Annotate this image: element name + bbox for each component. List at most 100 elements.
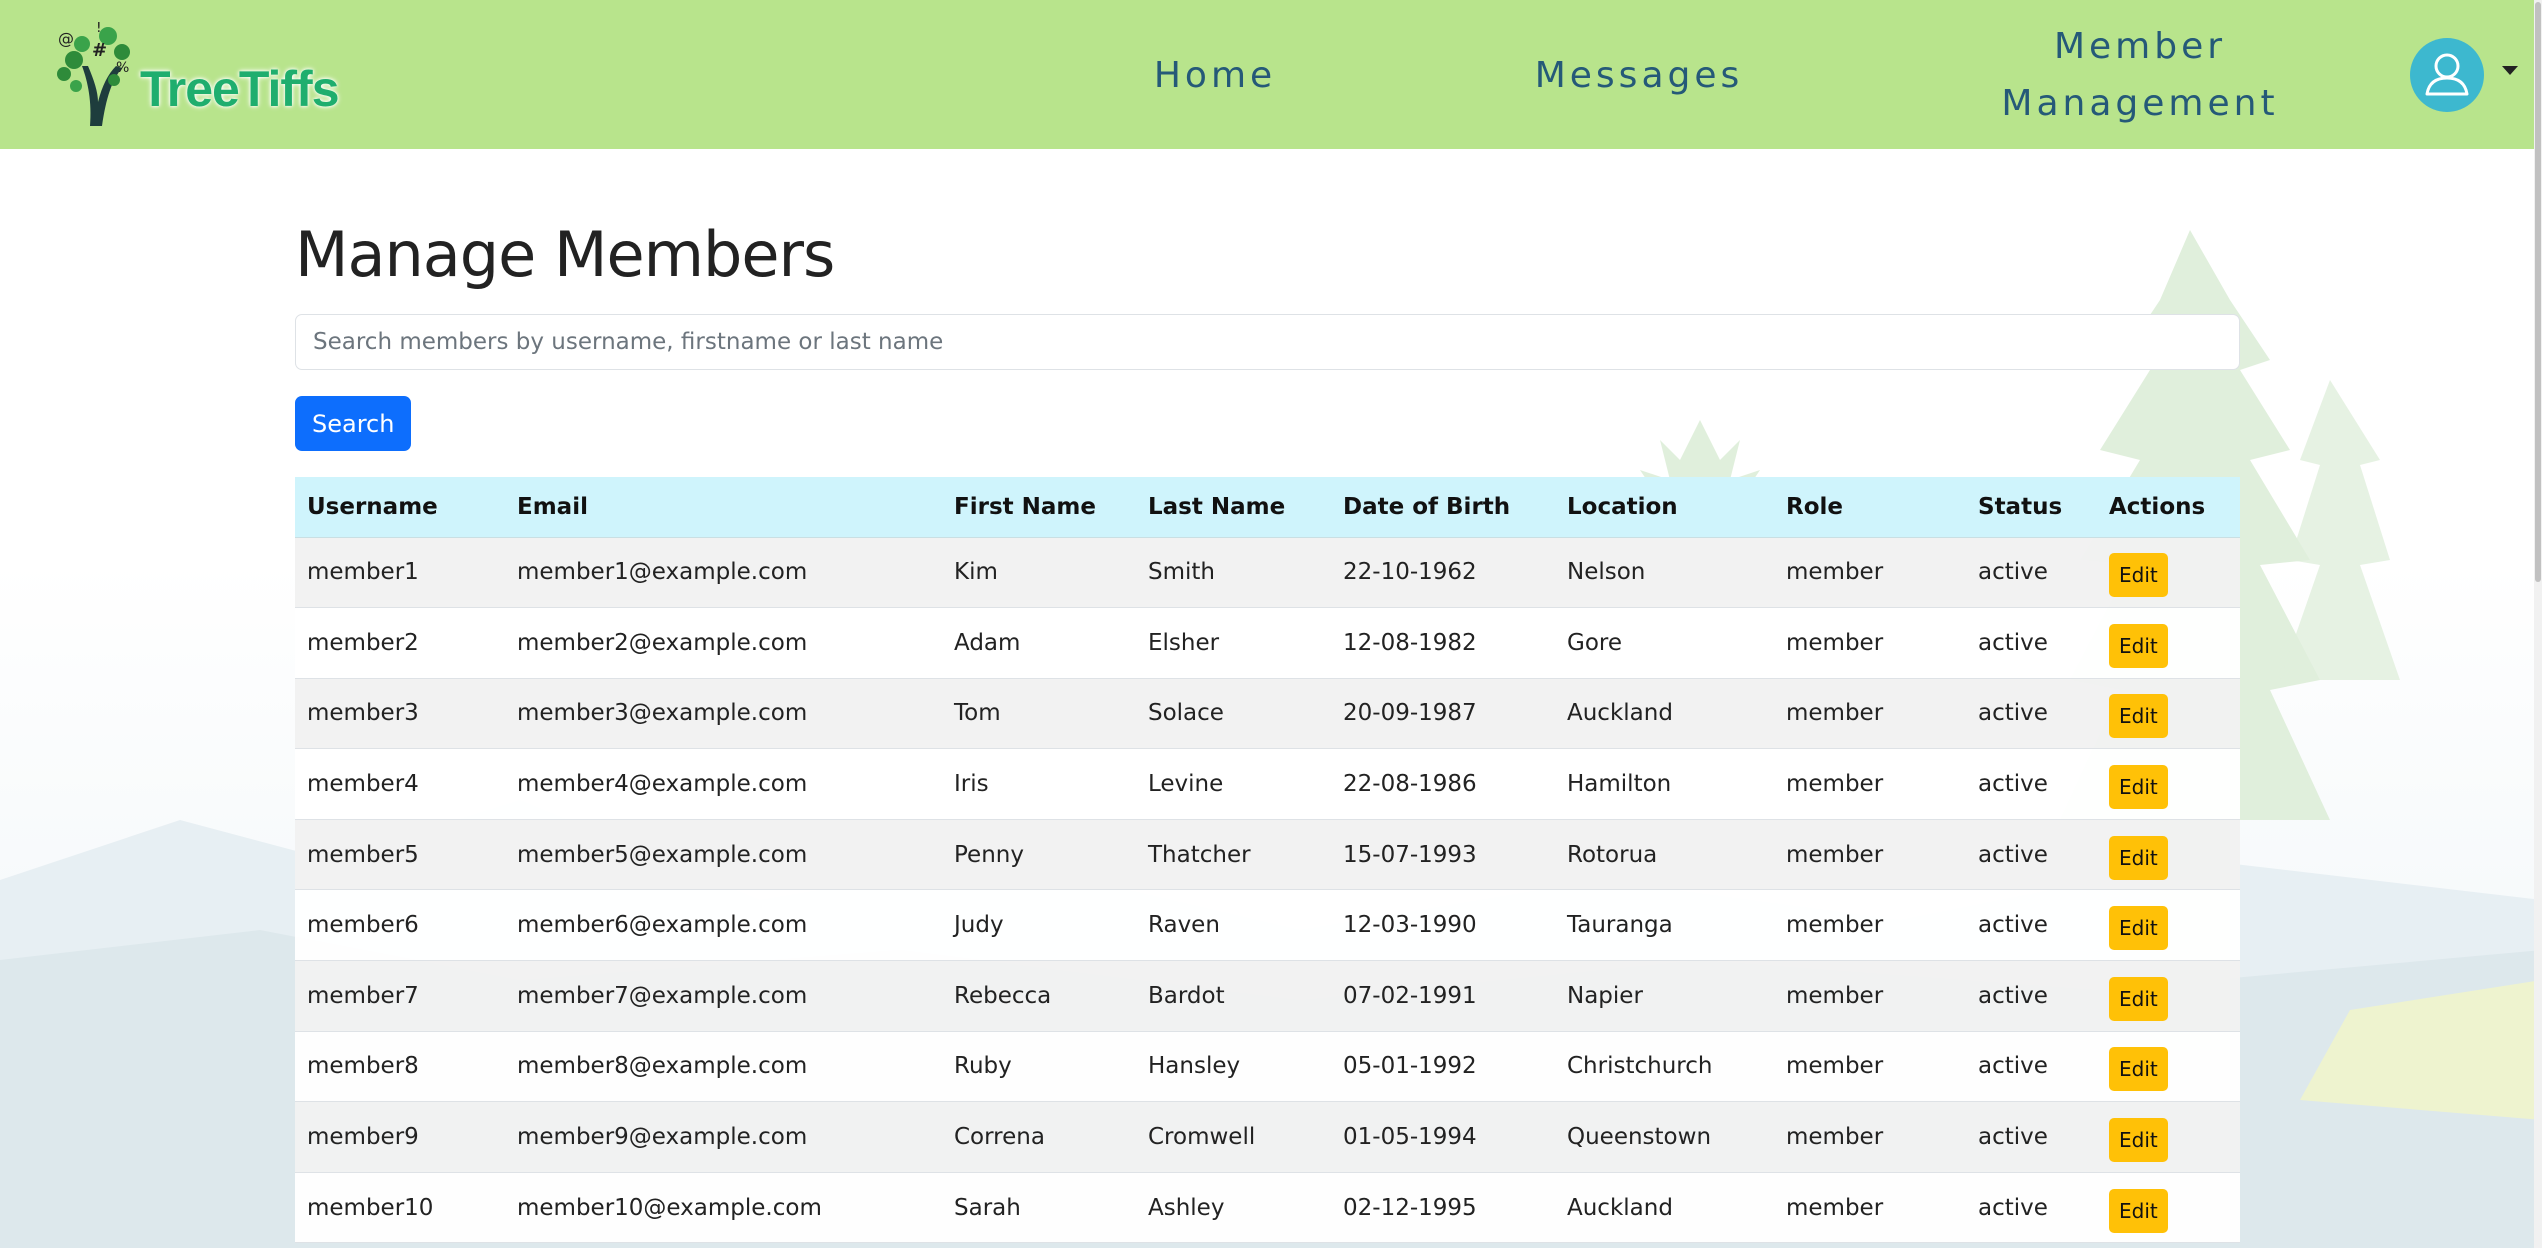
column-header-location: Location (1555, 477, 1774, 538)
edit-member-button[interactable]: Edit (2109, 835, 2168, 880)
cell-date-of-birth: 07-02-1991 (1331, 960, 1555, 1032)
page-title: Manage Members (295, 218, 835, 291)
nav-messages-link[interactable]: Messages (1534, 47, 1744, 104)
cell-username: member2 (295, 607, 505, 679)
cell-last-name: Elsher (1136, 607, 1331, 679)
cell-first-name: Tom (942, 678, 1136, 750)
cell-location: Hamilton (1555, 748, 1774, 820)
scrollbar-thumb[interactable] (2535, 2, 2541, 582)
cell-first-name: Rebecca (942, 960, 1136, 1032)
cell-date-of-birth: 02-12-1995 (1331, 1172, 1555, 1244)
cell-email: member9@example.com (505, 1101, 942, 1173)
edit-member-button[interactable]: Edit (2109, 694, 2168, 739)
cell-actions: Edit (2097, 607, 2240, 679)
column-header-first-name: First Name (942, 477, 1136, 538)
caret-down-icon[interactable] (2502, 66, 2518, 75)
svg-text:!: ! (96, 22, 102, 36)
nav-member-management-line2: Management (2001, 83, 2279, 124)
cell-email: member7@example.com (505, 960, 942, 1032)
cell-username: member6 (295, 889, 505, 962)
nav-home-link[interactable]: Home (1150, 47, 1280, 104)
cell-last-name: Ashley (1136, 1172, 1331, 1244)
cell-role: member (1774, 1031, 1966, 1103)
tree-logo-icon: @ # ! % (57, 22, 130, 126)
top-navbar: @ # ! % TreeTiffs Home Messages Member M… (0, 0, 2534, 149)
cell-role: member (1774, 607, 1966, 679)
cell-email: member2@example.com (505, 607, 942, 679)
cell-username: member10 (295, 1172, 505, 1244)
cell-last-name: Levine (1136, 748, 1331, 820)
cell-date-of-birth: 12-08-1982 (1331, 607, 1555, 679)
edit-member-button[interactable]: Edit (2109, 906, 2168, 951)
column-header-date-of-birth: Date of Birth (1331, 477, 1555, 538)
cell-location: Auckland (1555, 1172, 1774, 1244)
cell-location: Tauranga (1555, 889, 1774, 962)
cell-username: member5 (295, 819, 505, 891)
svg-text:#: # (92, 40, 107, 61)
cell-actions: Edit (2097, 748, 2240, 820)
edit-member-button[interactable]: Edit (2109, 976, 2168, 1021)
cell-date-of-birth: 22-10-1962 (1331, 537, 1555, 609)
cell-actions: Edit (2097, 819, 2240, 891)
column-header-actions: Actions (2097, 477, 2240, 538)
cell-username: member7 (295, 960, 505, 1032)
cell-role: member (1774, 748, 1966, 820)
table-row: member2 member2@example.com Adam Elsher 12-0… (295, 607, 2240, 679)
column-header-role: Role (1774, 477, 1966, 538)
cell-date-of-birth: 12-03-1990 (1331, 889, 1555, 962)
table-row: member1 member1@example.com Kim Smith 22-10-… (295, 537, 2240, 609)
user-avatar-button[interactable] (2410, 38, 2484, 112)
table-header-row: Username Email First Name Last Name Date of … (295, 477, 2240, 538)
svg-text:%: % (116, 60, 129, 76)
edit-member-button[interactable]: Edit (2109, 1047, 2168, 1092)
cell-last-name: Raven (1136, 889, 1331, 962)
cell-last-name: Cromwell (1136, 1101, 1331, 1173)
cell-status: active (1966, 819, 2097, 891)
edit-member-button[interactable]: Edit (2109, 1188, 2168, 1233)
cell-actions: Edit (2097, 1101, 2240, 1173)
edit-member-button[interactable]: Edit (2109, 765, 2168, 810)
cell-status: active (1966, 1101, 2097, 1173)
cell-email: member8@example.com (505, 1031, 942, 1103)
edit-member-button[interactable]: Edit (2109, 1118, 2168, 1163)
main-content: Manage Members Search UsernameEmailFirst… (295, 200, 2240, 1244)
user-icon (2425, 53, 2469, 96)
cell-actions: Edit (2097, 1172, 2240, 1244)
cell-role: member (1774, 889, 1966, 962)
cell-location: Rotorua (1555, 819, 1774, 891)
cell-last-name: Thatcher (1136, 819, 1331, 891)
column-header-email: Email (505, 477, 942, 538)
members-table: Username Email First Name Last Name Date of … (295, 477, 2240, 1244)
cell-date-of-birth: 22-08-1986 (1331, 748, 1555, 820)
brand-logo[interactable]: @ # ! % TreeTiffs (52, 22, 352, 126)
edit-member-button[interactable]: Edit (2109, 553, 2168, 598)
cell-status: active (1966, 960, 2097, 1032)
cell-actions: Edit (2097, 678, 2240, 750)
cell-date-of-birth: 05-01-1992 (1331, 1031, 1555, 1103)
cell-actions: Edit (2097, 960, 2240, 1032)
edit-member-button[interactable]: Edit (2109, 623, 2168, 668)
member-search-input[interactable] (295, 314, 2240, 370)
column-header-status: Status (1966, 477, 2097, 538)
cell-status: active (1966, 748, 2097, 820)
search-button[interactable]: Search (295, 396, 412, 451)
cell-status: active (1966, 889, 2097, 962)
cell-location: Auckland (1555, 678, 1774, 750)
brand-name: TreeTiffs (140, 61, 339, 117)
column-header-last-name: Last Name (1136, 477, 1331, 538)
cell-location: Napier (1555, 960, 1774, 1032)
table-row: member10 member10@example.com Sarah Ashley 0… (295, 1172, 2240, 1244)
cell-email: member10@example.com (505, 1172, 942, 1244)
cell-location: Queenstown (1555, 1101, 1774, 1173)
table-row: member5 member5@example.com Penny Thatcher 1… (295, 819, 2240, 891)
cell-email: member1@example.com (505, 537, 942, 609)
cell-username: member4 (295, 748, 505, 820)
cell-email: member6@example.com (505, 889, 942, 962)
table-row: member7 member7@example.com Rebecca Bardot 0… (295, 960, 2240, 1032)
column-header-username: Username (295, 477, 505, 538)
cell-status: active (1966, 607, 2097, 679)
nav-member-management-link[interactable]: Member Management (1990, 18, 2290, 132)
cell-role: member (1774, 678, 1966, 750)
cell-first-name: Penny (942, 819, 1136, 891)
cell-actions: Edit (2097, 1031, 2240, 1103)
